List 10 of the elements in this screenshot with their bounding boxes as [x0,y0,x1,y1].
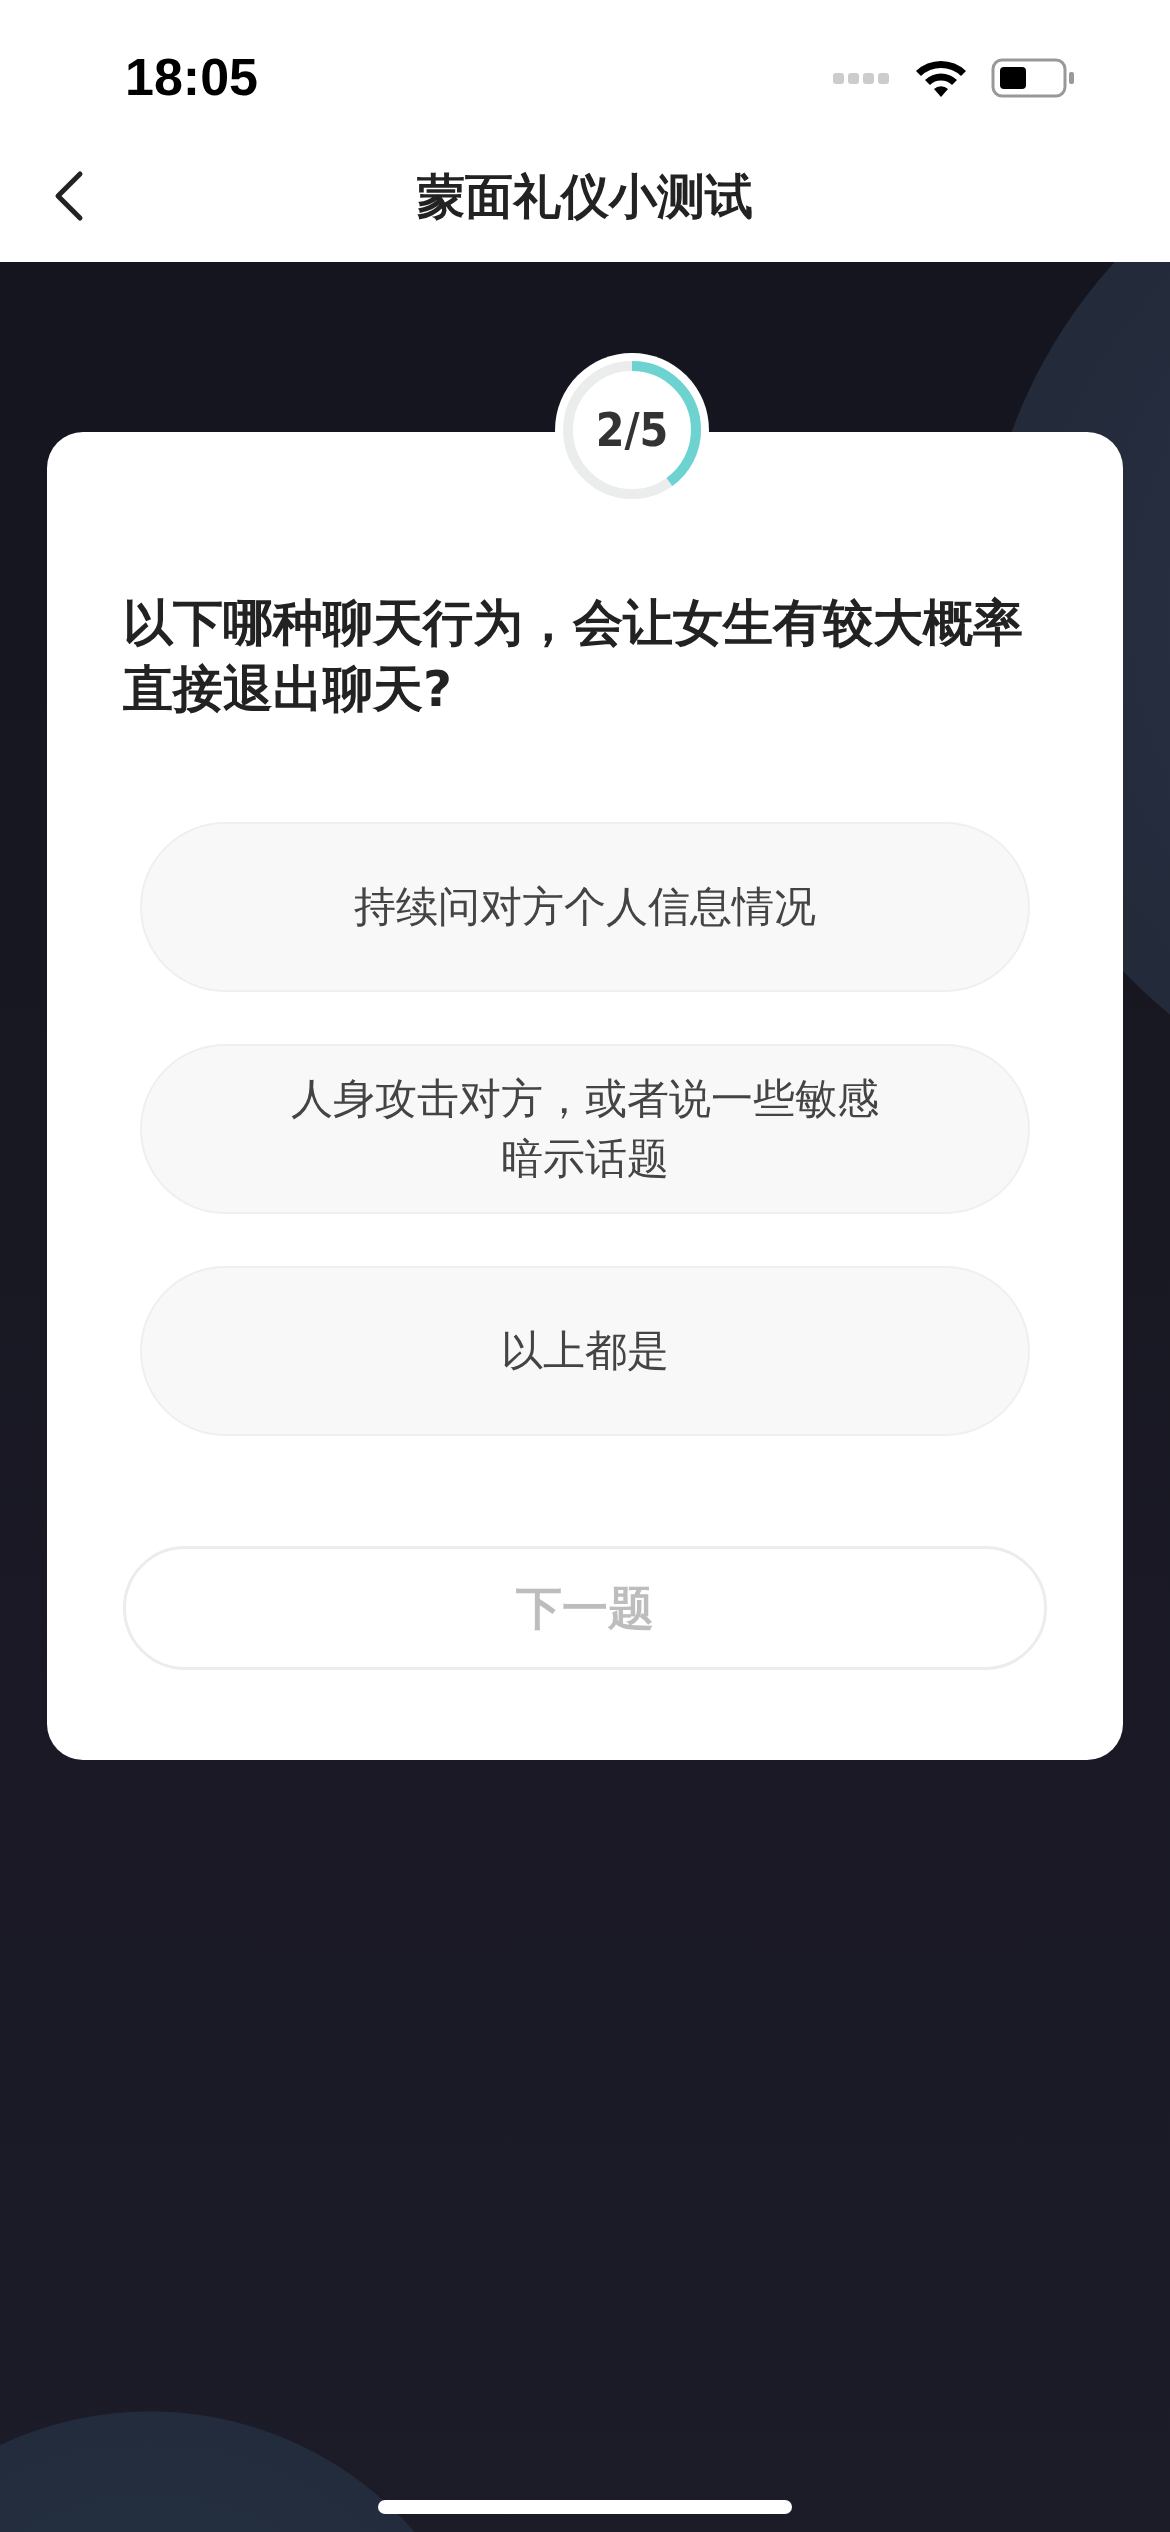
progress-count: 2/5 [594,401,670,459]
wifi-icon [915,59,967,97]
page-title: 蒙面礼仪小测试 [417,167,753,226]
battery-icon [991,58,1075,98]
question-text: 以下哪种聊天行为，会让女生有较大概率直接退出聊天? [123,593,1024,720]
status-time: 18:05 [125,47,258,108]
answer-option[interactable]: 人身攻击对方，或者说一些敏感暗示话题 [140,1044,1030,1214]
answer-option[interactable]: 以上都是 [140,1266,1030,1436]
answer-option[interactable]: 持续问对方个人信息情况 [140,822,1030,992]
signal-icon [833,71,891,85]
